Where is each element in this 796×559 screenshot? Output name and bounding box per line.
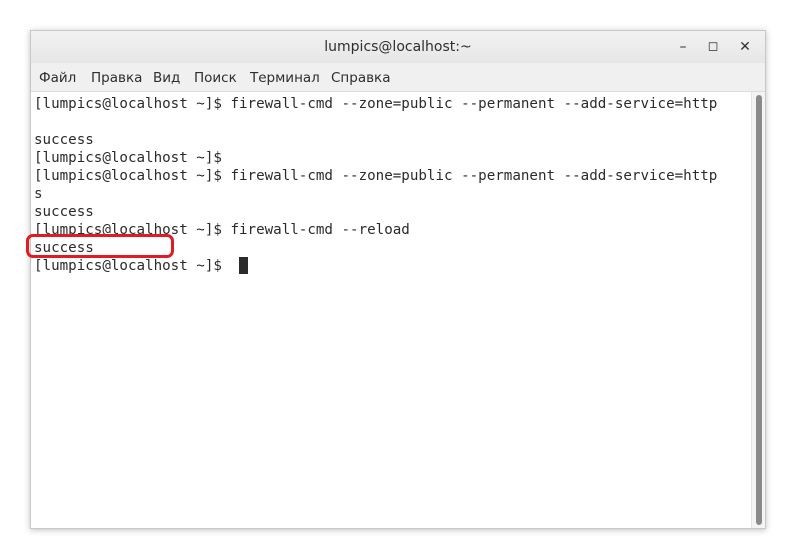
terminal-line: [lumpics@localhost ~]$: [34, 150, 222, 166]
terminal-cursor: [239, 257, 248, 274]
vertical-scrollbar[interactable]: [751, 92, 765, 528]
terminal-line: [lumpics@localhost ~]$ firewall-cmd --zo…: [34, 96, 718, 112]
menu-help[interactable]: Справка: [331, 63, 390, 91]
minimize-icon[interactable]: –: [669, 31, 697, 63]
terminal-line: s: [34, 186, 43, 202]
title-bar[interactable]: lumpics@localhost:~ – ◻ ✕: [31, 31, 765, 64]
menu-file[interactable]: Файл: [39, 63, 76, 91]
terminal-window: lumpics@localhost:~ – ◻ ✕ Файл Правка Ви…: [30, 30, 766, 529]
menu-bar: Файл Правка Вид Поиск Терминал Справка: [31, 63, 765, 92]
menu-terminal[interactable]: Терминал: [250, 63, 320, 91]
window-title: lumpics@localhost:~: [324, 39, 472, 55]
scrollbar-thumb[interactable]: [756, 95, 762, 525]
maximize-icon[interactable]: ◻: [699, 31, 727, 63]
terminal-output[interactable]: [lumpics@localhost ~]$ firewall-cmd --zo…: [31, 92, 751, 528]
terminal-prompt-line: [lumpics@localhost ~]$: [34, 258, 231, 274]
terminal-line: [lumpics@localhost ~]$ firewall-cmd --zo…: [34, 168, 718, 184]
menu-edit[interactable]: Правка: [91, 63, 142, 91]
menu-view[interactable]: Вид: [153, 63, 180, 91]
highlight-annotation: [26, 234, 174, 258]
terminal-line: success: [34, 204, 94, 220]
close-icon[interactable]: ✕: [731, 31, 759, 63]
terminal-line: success: [34, 132, 94, 148]
menu-search[interactable]: Поиск: [194, 63, 237, 91]
